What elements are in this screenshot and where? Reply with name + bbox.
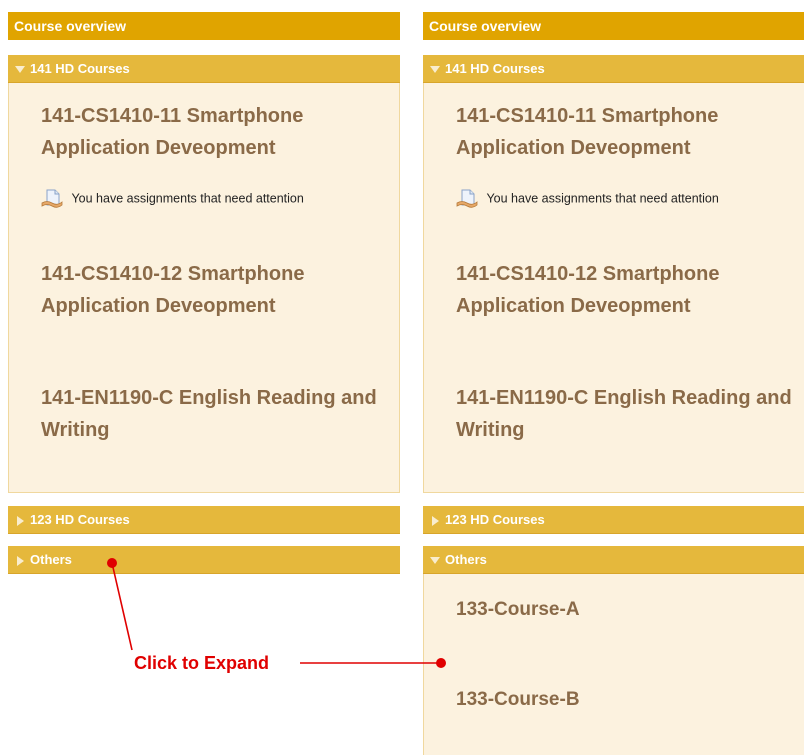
triangle-right-icon [17, 516, 24, 526]
course-link[interactable]: 141-CS1410-12 Smartphone Application Dev… [456, 258, 794, 322]
group-label: Others [30, 552, 72, 567]
course-link[interactable]: 141-EN1190-C English Reading and Writing [41, 382, 389, 446]
group-141-hd-courses[interactable]: 141 HD Courses [8, 55, 400, 83]
course-link[interactable]: 133-Course-B [456, 684, 794, 716]
group-body-others: 133-Course-A 133-Course-B [423, 574, 804, 755]
assignment-notice: You have assignments that need attention [456, 186, 800, 210]
group-label: 141 HD Courses [445, 61, 545, 76]
course-link[interactable]: 141-CS1410-12 Smartphone Application Dev… [41, 258, 389, 322]
assignment-icon [41, 189, 63, 208]
triangle-down-icon [430, 66, 440, 73]
triangle-right-icon [17, 556, 24, 566]
block-title: Course overview [8, 12, 400, 40]
assignment-notice: You have assignments that need attention [41, 186, 395, 210]
assignment-icon [456, 189, 478, 208]
group-body-141: 141-CS1410-11 Smartphone Application Dev… [8, 83, 400, 493]
triangle-down-icon [430, 557, 440, 564]
group-123-hd-courses[interactable]: 123 HD Courses [423, 506, 804, 534]
triangle-down-icon [15, 66, 25, 73]
group-label: 123 HD Courses [30, 512, 130, 527]
triangle-right-icon [432, 516, 439, 526]
course-link[interactable]: 133-Course-A [456, 594, 794, 626]
course-link[interactable]: 141-CS1410-11 Smartphone Application Dev… [456, 100, 794, 164]
course-overview-block-left: Course overview 141 HD Courses 141-CS141… [8, 12, 400, 578]
course-overview-block-right: Course overview 141 HD Courses 141-CS141… [423, 12, 804, 755]
block-title: Course overview [423, 12, 804, 40]
group-body-141: 141-CS1410-11 Smartphone Application Dev… [423, 83, 804, 493]
group-others[interactable]: Others [423, 546, 804, 574]
notice-text: You have assignments that need attention [486, 191, 719, 206]
group-others[interactable]: Others [8, 546, 400, 574]
group-label: Others [445, 552, 487, 567]
group-label: 141 HD Courses [30, 61, 130, 76]
annotation-label: Click to Expand [134, 653, 270, 673]
course-link[interactable]: 141-CS1410-11 Smartphone Application Dev… [41, 100, 389, 164]
group-141-hd-courses[interactable]: 141 HD Courses [423, 55, 804, 83]
notice-text: You have assignments that need attention [71, 191, 304, 206]
group-label: 123 HD Courses [445, 512, 545, 527]
group-123-hd-courses[interactable]: 123 HD Courses [8, 506, 400, 534]
course-link[interactable]: 141-EN1190-C English Reading and Writing [456, 382, 794, 446]
